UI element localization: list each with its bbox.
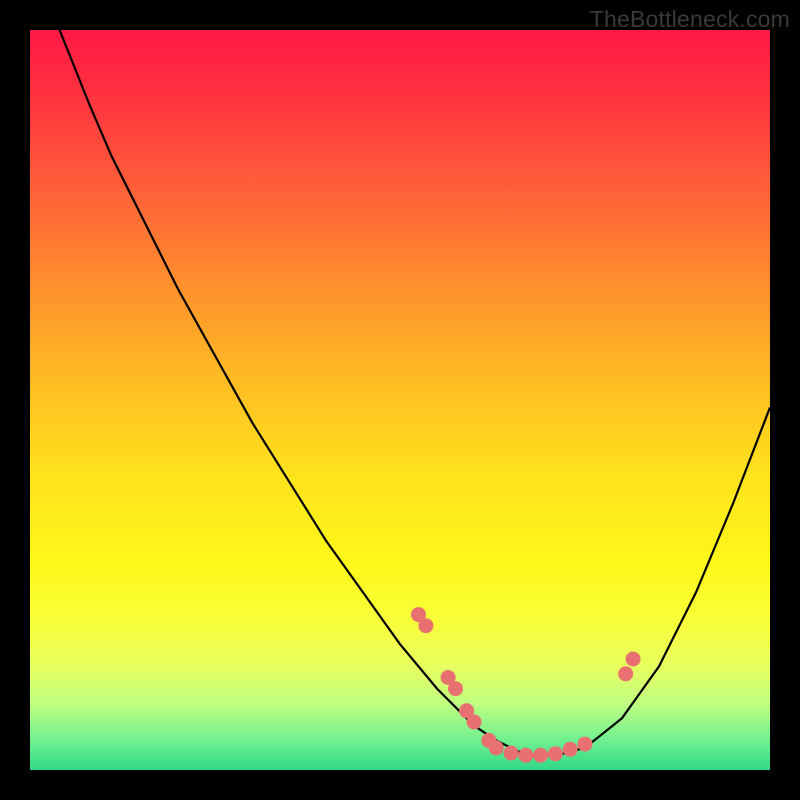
bottleneck-curve: [60, 30, 770, 755]
chart-area: [30, 30, 770, 770]
data-point: [518, 748, 533, 763]
data-points: [411, 607, 641, 763]
data-point: [418, 618, 433, 633]
watermark-text: TheBottleneck.com: [590, 6, 790, 33]
plot-svg: [30, 30, 770, 770]
data-point: [578, 737, 593, 752]
data-point: [448, 681, 463, 696]
data-point: [548, 746, 563, 761]
data-point: [626, 652, 641, 667]
data-point: [467, 714, 482, 729]
data-point: [489, 740, 504, 755]
data-point: [533, 748, 548, 763]
data-point: [563, 742, 578, 757]
data-point: [618, 666, 633, 681]
data-point: [504, 746, 519, 761]
